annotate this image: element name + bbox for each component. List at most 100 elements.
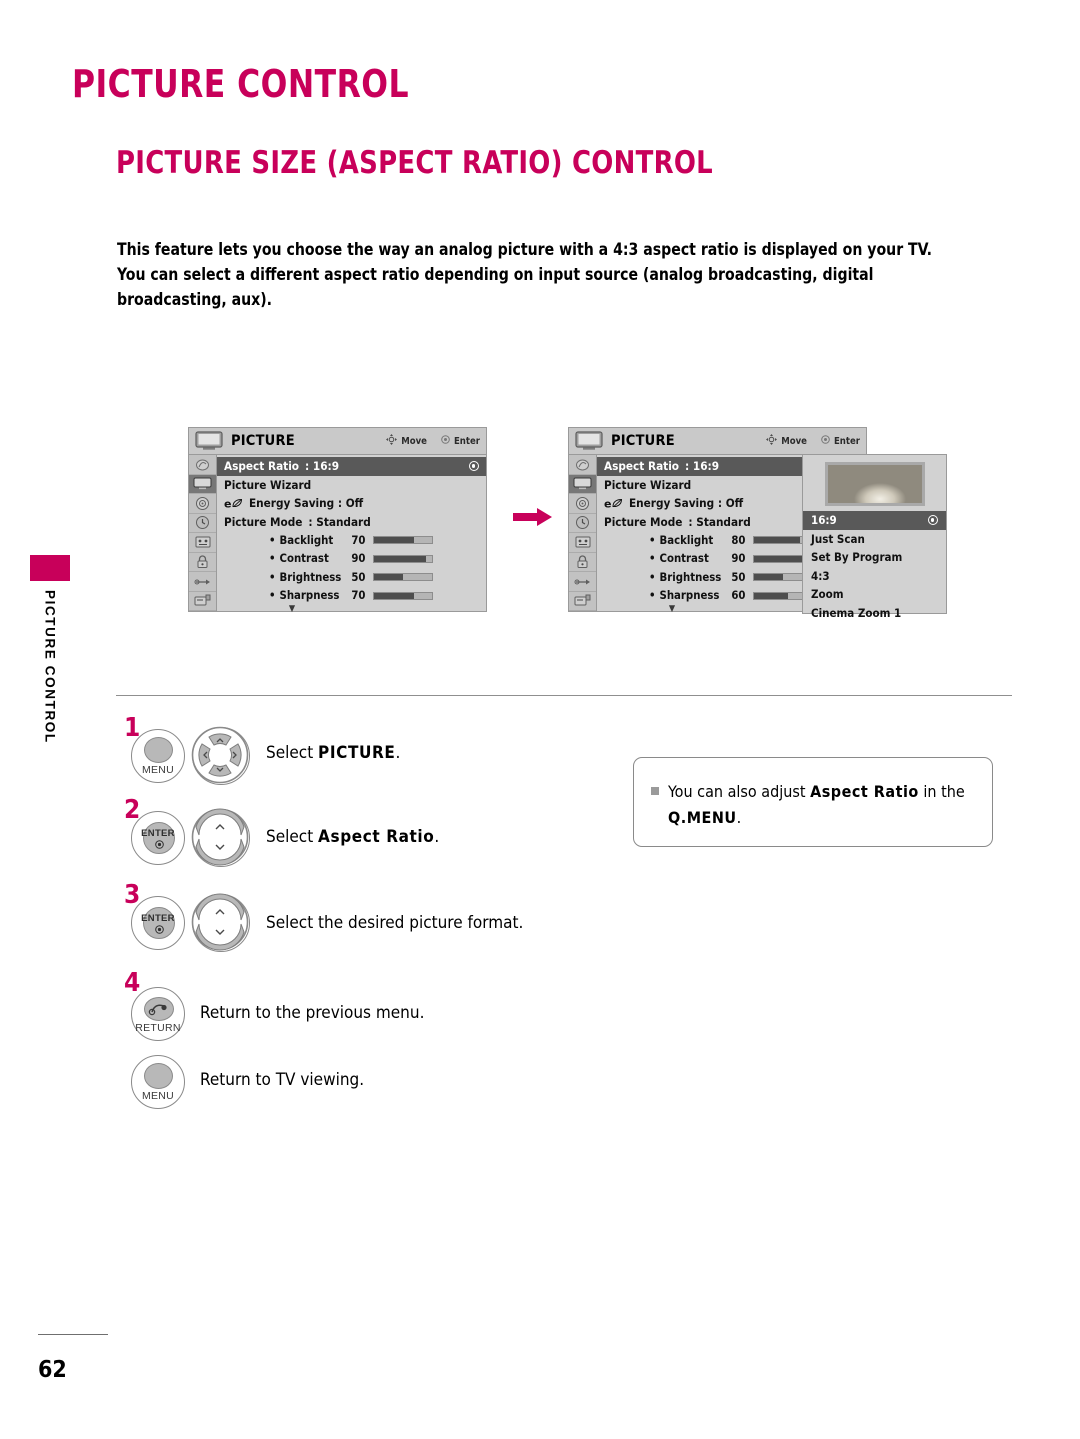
menu-button[interactable]: MENU (131, 729, 185, 783)
menu-value: : 16:9 (685, 459, 720, 474)
eco-icon: e (224, 498, 244, 509)
intro-line-2: You can select a different aspect ratio … (117, 265, 874, 309)
slider-bar[interactable] (372, 554, 433, 563)
bullet-icon: • (269, 570, 276, 584)
osd-panel-aspect-dropdown: PICTURE Move Enter Aspect Ratio: 16:9 P… (568, 427, 947, 620)
step-number: 4 (124, 968, 141, 998)
menu-button[interactable]: MENU (131, 1055, 185, 1109)
lock-icon[interactable] (189, 553, 216, 572)
dropdown-option-cinema-zoom-1[interactable]: Cinema Zoom 1 (803, 604, 946, 623)
dropdown-option-set-by-program[interactable]: Set By Program (803, 548, 946, 567)
time-icon[interactable] (569, 514, 596, 533)
slider-bar[interactable] (372, 573, 433, 582)
enter-button-label: ENTER (141, 828, 175, 839)
dropdown-option-zoom[interactable]: Zoom (803, 585, 946, 604)
tv-icon (194, 431, 224, 451)
slider-value: 70 (351, 533, 366, 547)
intro-line-1: This feature lets you choose the way an … (117, 240, 932, 259)
step-2-text: Select Aspect Ratio. (266, 827, 439, 847)
lock-icon[interactable] (569, 553, 596, 572)
menu-button-cap (144, 737, 173, 763)
slider-bar[interactable] (372, 591, 433, 600)
channel-icon[interactable] (569, 455, 596, 475)
osd-panel-picture-menu: PICTURE Move Enter Aspect Ratio: 16:9 P… (188, 427, 487, 614)
dropdown-option-just-scan[interactable]: Just Scan (803, 530, 946, 549)
menu-label: Aspect Ratio (604, 459, 680, 474)
dropdown-option-label: Cinema Zoom 1 (811, 605, 902, 620)
page-title: PICTURE CONTROL (72, 62, 409, 106)
time-icon[interactable] (189, 514, 216, 533)
dropdown-option-label: Zoom (811, 587, 844, 602)
scroll-down-icon[interactable]: ▼ (217, 604, 367, 614)
menu-value: : Standard (688, 514, 751, 529)
slider-value: 50 (351, 570, 366, 584)
slider-backlight[interactable]: • Backlight 70 (217, 531, 486, 550)
input-icon[interactable] (189, 572, 216, 592)
slider-sharpness[interactable]: • Sharpness 70 (217, 587, 486, 606)
slider-label: Backlight (279, 533, 334, 547)
input-icon[interactable] (569, 572, 596, 592)
osd-header: PICTURE Move Enter (189, 428, 486, 455)
slider-value: 50 (731, 570, 746, 584)
dropdown-option-16-9[interactable]: 16:9 (803, 511, 946, 530)
dropdown-option-4-3[interactable]: 4:3 (803, 567, 946, 586)
menu-button-label: MENU (141, 764, 175, 776)
side-tab-label: PICTURE CONTROL (30, 590, 70, 850)
picture-icon[interactable] (569, 474, 596, 494)
slider-label: Contrast (659, 552, 709, 566)
osd-hint-enter: Enter (453, 435, 480, 447)
up-down-nav-button[interactable] (192, 893, 250, 952)
note-part-1: You can also adjust (668, 782, 811, 801)
enter-button[interactable]: ENTER (131, 896, 185, 950)
step-3-text: Select the desired picture format. (266, 913, 523, 933)
menu-item-picture-mode[interactable]: Picture Mode : Standard (217, 513, 486, 532)
osd-hint-enter: Enter (833, 435, 860, 447)
side-tab-marker (30, 555, 70, 581)
option-icon[interactable] (189, 533, 216, 553)
usb-icon[interactable] (569, 592, 596, 611)
up-down-nav-button[interactable] (192, 808, 250, 867)
channel-icon[interactable] (189, 455, 216, 475)
slider-label: Brightness (659, 570, 722, 584)
osd-header: PICTURE Move Enter (569, 428, 866, 455)
page-number: 62 (38, 1357, 67, 1383)
option-icon[interactable] (569, 533, 596, 553)
note-box: You can also adjust Aspect Ratio in the … (633, 757, 993, 847)
footer-divider (38, 1334, 108, 1335)
step-text-bold: PICTURE (318, 743, 396, 763)
menu-label: Picture Wizard (224, 477, 312, 492)
slider-contrast[interactable]: • Contrast 90 (217, 550, 486, 569)
audio-icon[interactable] (189, 494, 216, 514)
four-way-nav-button[interactable] (192, 727, 250, 785)
menu-item-picture-wizard[interactable]: Picture Wizard (217, 476, 486, 495)
step-text-after: . (395, 743, 401, 763)
usb-icon[interactable] (189, 592, 216, 611)
note-bold-qmenu: Q.MENU (668, 808, 737, 827)
picture-icon[interactable] (189, 474, 216, 494)
osd-icon-rail (189, 455, 217, 611)
bullet-icon: • (269, 552, 276, 566)
menu-label: Aspect Ratio (224, 459, 300, 474)
menu-button-cap (144, 1063, 173, 1089)
osd-icon-rail (569, 455, 597, 611)
menu-item-energy-saving[interactable]: e Energy Saving : Off (217, 494, 486, 513)
slider-bar[interactable] (372, 536, 433, 545)
bullet-icon: • (649, 552, 656, 566)
enter-button[interactable]: ENTER (131, 811, 185, 865)
menu-item-aspect-ratio[interactable]: Aspect Ratio : 16:9 (217, 457, 486, 476)
scroll-down-icon[interactable]: ▼ (597, 604, 747, 614)
slider-brightness[interactable]: • Brightness 50 (217, 568, 486, 587)
radio-selected-icon (928, 515, 938, 526)
bullet-icon: • (269, 589, 276, 603)
osd-hint-move: Move (781, 435, 807, 447)
svg-text:e: e (224, 498, 231, 509)
return-button[interactable]: RETURN (131, 987, 185, 1041)
step-text-before: Select the desired picture format. (266, 913, 524, 933)
step-text-after: . (434, 827, 440, 847)
menu-value: : Standard (308, 514, 371, 529)
slider-value: 60 (731, 589, 746, 603)
dropdown-option-label: Just Scan (811, 531, 865, 546)
audio-icon[interactable] (569, 494, 596, 514)
osd-hint-bar: Move Enter (766, 434, 860, 448)
note-part-2: in the (918, 782, 965, 801)
